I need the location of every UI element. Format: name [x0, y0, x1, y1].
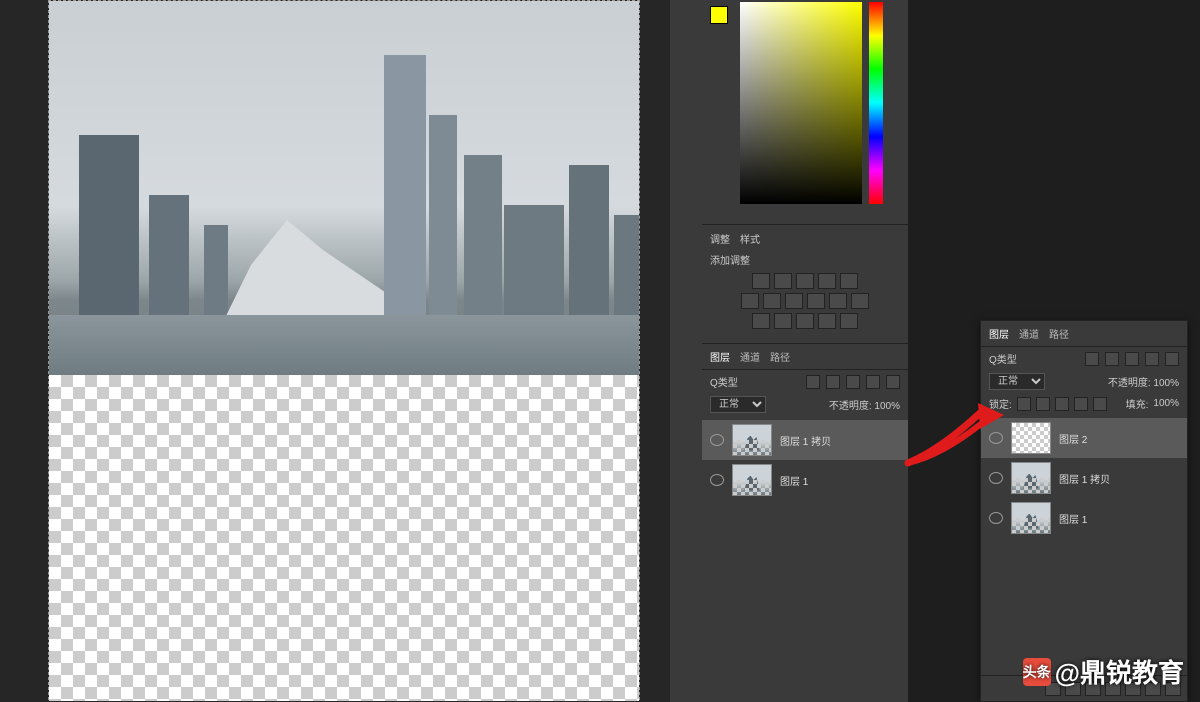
filter-type-icon[interactable]	[1125, 352, 1139, 366]
photo-filter-icon[interactable]	[807, 293, 825, 309]
layer-search-label: Q类型	[710, 374, 738, 389]
color-field[interactable]	[740, 2, 862, 204]
building-shape	[614, 215, 639, 315]
filter-smart-icon[interactable]	[1165, 352, 1179, 366]
lock-pixels-icon[interactable]	[1036, 397, 1050, 411]
layer-name-label[interactable]: 图层 1 拷贝	[780, 433, 831, 448]
layers-panel: 图层 通道 路径 Q类型 正常 不透明度: 100%	[702, 344, 908, 702]
visibility-toggle-icon[interactable]	[989, 432, 1003, 444]
water-shape	[49, 315, 639, 375]
opacity-value[interactable]: 100%	[1153, 378, 1179, 389]
adjustments-panel: 调整 样式 添加调整	[702, 225, 908, 344]
tab-channels[interactable]: 通道	[740, 349, 760, 364]
filter-adjustment-icon[interactable]	[826, 375, 840, 389]
layer-thumbnail[interactable]	[1011, 502, 1051, 534]
layer-name-label[interactable]: 图层 1	[1059, 511, 1087, 526]
selective-color-icon[interactable]	[840, 313, 858, 329]
layer-name-label[interactable]: 图层 1 拷贝	[1059, 471, 1110, 486]
visibility-toggle-icon[interactable]	[710, 434, 724, 446]
curves-icon[interactable]	[796, 273, 814, 289]
hue-sat-icon[interactable]	[741, 293, 759, 309]
building-shape	[504, 205, 564, 315]
lock-all-icon[interactable]	[1093, 397, 1107, 411]
add-adjustment-label: 添加调整	[710, 252, 900, 267]
visibility-toggle-icon[interactable]	[989, 472, 1003, 484]
vibrance-icon[interactable]	[840, 273, 858, 289]
layer-item[interactable]: 图层 1 拷贝	[702, 420, 908, 460]
layer-thumbnail[interactable]	[732, 424, 772, 456]
canvas-transparent-area	[49, 375, 639, 701]
filter-adjustment-icon[interactable]	[1105, 352, 1119, 366]
fill-label: 填充:	[1126, 396, 1149, 411]
visibility-toggle-icon[interactable]	[989, 512, 1003, 524]
filter-pixel-icon[interactable]	[806, 375, 820, 389]
layer-thumbnail[interactable]	[1011, 462, 1051, 494]
filter-pixel-icon[interactable]	[1085, 352, 1099, 366]
watermark: 头条 @鼎锐教育	[1023, 653, 1184, 690]
right-panel-group: 调整 样式 添加调整	[670, 0, 908, 702]
black-white-icon[interactable]	[785, 293, 803, 309]
filter-type-icon[interactable]	[846, 375, 860, 389]
invert-icon[interactable]	[752, 313, 770, 329]
floating-layers-panel[interactable]: 图层 通道 路径 Q类型 正常 不透明度: 100% 锁定: 填充: 100% …	[980, 320, 1188, 702]
lock-artboard-icon[interactable]	[1074, 397, 1088, 411]
blend-mode-select[interactable]: 正常	[710, 396, 766, 413]
threshold-icon[interactable]	[796, 313, 814, 329]
building-shape	[464, 155, 502, 315]
lock-label: 锁定:	[989, 396, 1012, 411]
layer-thumbnail[interactable]	[732, 464, 772, 496]
layer-list: 图层 2 图层 1 拷贝 图层 1	[981, 414, 1187, 675]
tab-layers[interactable]: 图层	[710, 349, 730, 364]
blend-mode-select[interactable]: 正常	[989, 373, 1045, 390]
building-shape	[384, 55, 426, 315]
building-shape	[569, 165, 609, 315]
opacity-label: 不透明度:	[1108, 378, 1151, 389]
building-shape	[149, 195, 189, 315]
tab-layers[interactable]: 图层	[989, 326, 1009, 341]
layer-item[interactable]: 图层 1	[702, 460, 908, 500]
visibility-toggle-icon[interactable]	[710, 474, 724, 486]
layer-name-label[interactable]: 图层 1	[780, 473, 808, 488]
opacity-label: 不透明度:	[829, 401, 872, 412]
color-balance-icon[interactable]	[763, 293, 781, 309]
layer-list: 图层 1 拷贝 图层 1	[702, 416, 908, 702]
filter-shape-icon[interactable]	[1145, 352, 1159, 366]
filter-smart-icon[interactable]	[886, 375, 900, 389]
building-shape	[429, 115, 457, 315]
tab-channels[interactable]: 通道	[1019, 326, 1039, 341]
color-panel	[702, 0, 908, 225]
watermark-text: @鼎锐教育	[1055, 653, 1184, 690]
building-shape	[79, 135, 139, 315]
lock-position-icon[interactable]	[1055, 397, 1069, 411]
building-shape	[224, 220, 404, 320]
tab-adjustments[interactable]: 调整	[710, 231, 730, 246]
fill-value[interactable]: 100%	[1153, 398, 1179, 409]
opacity-value[interactable]: 100%	[874, 401, 900, 412]
layer-thumbnail[interactable]	[1011, 422, 1051, 454]
color-swatches	[710, 6, 728, 24]
layer-name-label[interactable]: 图层 2	[1059, 431, 1087, 446]
color-lookup-icon[interactable]	[851, 293, 869, 309]
levels-icon[interactable]	[774, 273, 792, 289]
gradient-map-icon[interactable]	[818, 313, 836, 329]
posterize-icon[interactable]	[774, 313, 792, 329]
filter-shape-icon[interactable]	[866, 375, 880, 389]
tab-paths[interactable]: 路径	[1049, 326, 1069, 341]
tab-paths[interactable]: 路径	[770, 349, 790, 364]
lock-transparency-icon[interactable]	[1017, 397, 1031, 411]
hue-slider[interactable]	[869, 2, 883, 204]
channel-mixer-icon[interactable]	[829, 293, 847, 309]
layer-item[interactable]: 图层 2	[981, 418, 1187, 458]
watermark-icon: 头条	[1023, 658, 1051, 686]
layer-item[interactable]: 图层 1 拷贝	[981, 458, 1187, 498]
foreground-color[interactable]	[710, 6, 728, 24]
layer-item[interactable]: 图层 1	[981, 498, 1187, 538]
tab-styles[interactable]: 样式	[740, 231, 760, 246]
exposure-icon[interactable]	[818, 273, 836, 289]
brightness-contrast-icon[interactable]	[752, 273, 770, 289]
canvas-area	[0, 0, 670, 702]
layer-search-label: Q类型	[989, 351, 1017, 366]
document-canvas[interactable]	[48, 0, 640, 700]
canvas-image-upper	[49, 1, 639, 375]
